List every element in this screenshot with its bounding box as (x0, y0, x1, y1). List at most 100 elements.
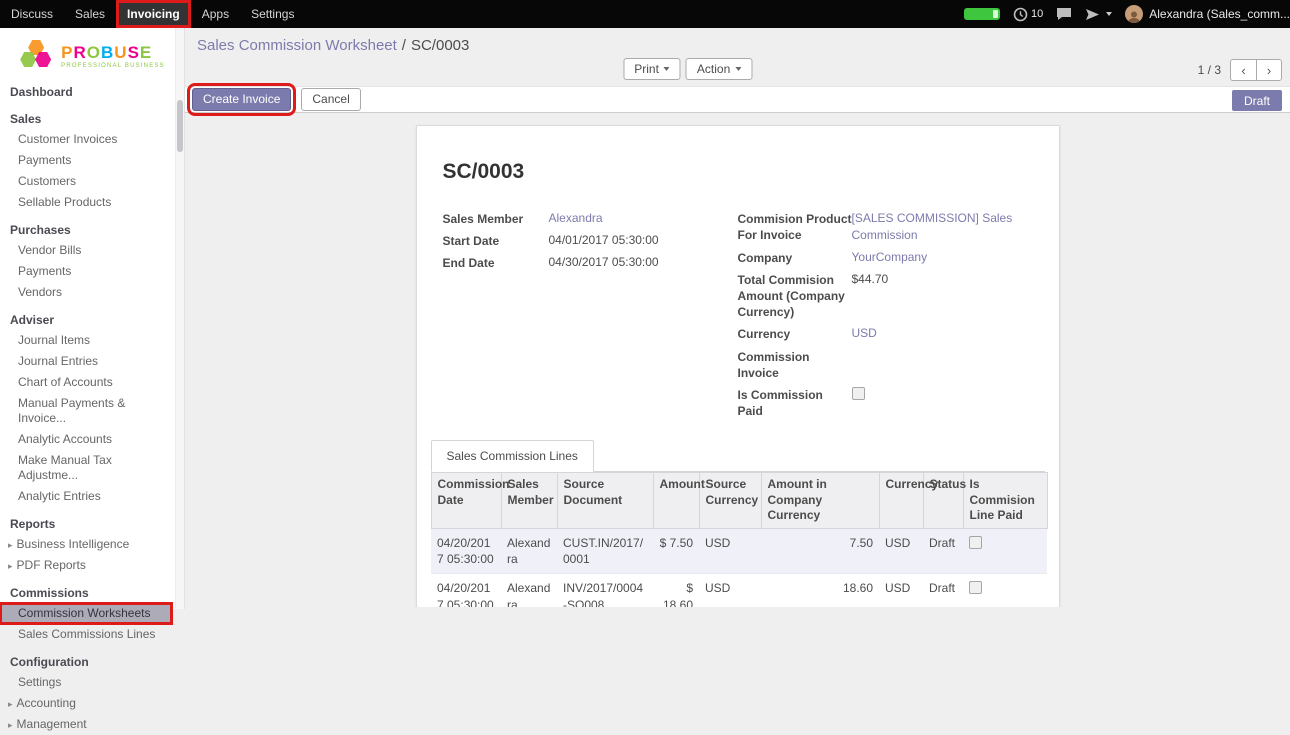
cancel-button[interactable]: Cancel (301, 88, 360, 110)
sidebar-item-vendor-bills[interactable]: Vendor Bills (0, 240, 172, 261)
breadcrumb-parent[interactable]: Sales Commission Worksheet (197, 37, 397, 54)
column-header-currency[interactable]: Currency (879, 473, 923, 529)
debug-menu[interactable] (1085, 8, 1112, 21)
sidebar-item-label: Accounting (17, 696, 76, 710)
sidebar-item-label: Commission Worksheets (18, 606, 150, 620)
pager-previous-button[interactable]: ‹ (1230, 59, 1256, 81)
field-commision-product-for-invoice: Commision Product For Invoice[SALES COMM… (738, 210, 1033, 244)
sidebar-item-commission-worksheets[interactable]: Commission Worksheets (0, 603, 172, 624)
activity-count: 10 (1031, 8, 1043, 20)
sidebar-item-customers[interactable]: Customers (0, 171, 172, 192)
sidebar-item-label: Vendors (18, 285, 62, 299)
logo-wordmark: PROBUSE (61, 44, 165, 61)
field-label: End Date (443, 254, 549, 271)
field-value-sales-member[interactable]: Alexandra (549, 210, 714, 227)
field-start-date: Start Date04/01/2017 05:30:00 (443, 232, 714, 249)
field-group-right: Commision Product For Invoice[SALES COMM… (738, 210, 1033, 424)
column-header-status[interactable]: Status (923, 473, 963, 529)
print-button[interactable]: Print (623, 58, 681, 80)
sidebar-item-settings[interactable]: Settings (0, 672, 172, 693)
sidebar-item-label: Management (17, 717, 87, 731)
record-title: SC/0003 (443, 160, 1033, 184)
field-is-commission-paid: Is Commission Paid (738, 386, 1033, 419)
menu-apps[interactable]: Apps (191, 0, 240, 28)
field-value-company[interactable]: YourCompany (852, 249, 1033, 266)
pager-count: 1 / 3 (1198, 63, 1221, 77)
messages-menu[interactable] (1056, 7, 1072, 21)
sidebar-item-label: Payments (18, 153, 71, 167)
topbar: DiscussSalesInvoicingAppsSettings 10 (0, 0, 1290, 28)
sidebar-section-purchases[interactable]: Purchases (0, 220, 172, 240)
sidebar-item-sales-commissions-lines[interactable]: Sales Commissions Lines (0, 624, 172, 645)
sidebar-scrollbar[interactable] (175, 28, 184, 609)
user-menu[interactable]: Alexandra (Sales_comm... (1125, 5, 1290, 23)
column-header-sales-member[interactable]: Sales Member (501, 473, 557, 529)
clock-icon (1013, 7, 1028, 22)
menu-settings[interactable]: Settings (240, 0, 305, 28)
column-header-commission-date[interactable]: Commission Date (431, 473, 501, 529)
column-header-is-commision-line-paid[interactable]: Is Commision Line Paid (963, 473, 1047, 529)
expand-arrow-icon: ▸ (8, 540, 13, 550)
sidebar-item-payments[interactable]: Payments (0, 150, 172, 171)
column-header-amount[interactable]: Amount (653, 473, 699, 529)
sidebar-section-reports[interactable]: Reports (0, 514, 172, 534)
sidebar-section-adviser[interactable]: Adviser (0, 310, 172, 330)
activity-menu[interactable]: 10 (1013, 7, 1043, 22)
scrollbar-thumb[interactable] (177, 100, 183, 152)
field-sales-member: Sales MemberAlexandra (443, 210, 714, 227)
create-invoice-button[interactable]: Create Invoice (192, 88, 291, 110)
table-row[interactable]: 04/20/2017 05:30:00AlexandraCUST.IN/2017… (431, 529, 1047, 574)
field-label: Company (738, 249, 852, 266)
sidebar-menu: Dashboard SalesCustomer Invoices Payments C… (0, 80, 184, 735)
sidebar-item-journal-items[interactable]: Journal Items (0, 330, 172, 351)
sidebar-item-management[interactable]: ▸Management (0, 714, 172, 735)
sidebar-section-sales[interactable]: Sales (0, 109, 172, 129)
sidebar-item-business-intelligence[interactable]: ▸Business Intelligence (0, 534, 172, 555)
column-header-source-document[interactable]: Source Document (557, 473, 653, 529)
line-paid-checkbox[interactable] (969, 581, 982, 594)
tab-sales-commission-lines[interactable]: Sales Commission Lines (431, 440, 594, 472)
column-header-source-currency[interactable]: Source Currency (699, 473, 761, 529)
sidebar-section-commissions[interactable]: Commissions (0, 583, 172, 603)
sidebar-item-label: Sales Commissions Lines (18, 627, 155, 641)
sidebar-item-pdf-reports[interactable]: ▸PDF Reports (0, 555, 172, 576)
sidebar-item-label: Analytic Accounts (18, 432, 112, 446)
sidebar-section-dashboard[interactable]: Dashboard (0, 82, 172, 102)
sidebar-item-label: Vendor Bills (18, 243, 81, 257)
sidebar-item-label: Journal Items (18, 333, 90, 347)
sidebar-item-make-manual-tax-adjustme[interactable]: Make Manual Tax Adjustme... (0, 450, 172, 486)
column-header-amount-in-company-currency[interactable]: Amount in Company Currency (761, 473, 879, 529)
caret-down-icon (1106, 12, 1112, 16)
line-paid-checkbox[interactable] (969, 536, 982, 549)
field-end-date: End Date04/30/2017 05:30:00 (443, 254, 714, 271)
field-label: Commission Invoice (738, 348, 852, 381)
sidebar-section-configuration[interactable]: Configuration (0, 652, 172, 672)
pager-next-button[interactable]: › (1256, 59, 1282, 81)
action-button[interactable]: Action (686, 58, 752, 80)
sidebar-item-journal-entries[interactable]: Journal Entries (0, 351, 172, 372)
table-row[interactable]: 04/20/2017 05:30:00AlexandraINV/2017/000… (431, 574, 1047, 607)
sidebar-item-accounting[interactable]: ▸Accounting (0, 693, 172, 714)
menu-invoicing[interactable]: Invoicing (116, 0, 191, 28)
notebook-tabs: Sales Commission Lines (431, 440, 1045, 472)
field-commission-invoice: Commission Invoice (738, 348, 1033, 381)
sidebar-item-analytic-entries[interactable]: Analytic Entries (0, 486, 172, 507)
sidebar-item-vendors[interactable]: Vendors (0, 282, 172, 303)
is-commission-paid-checkbox[interactable] (852, 387, 865, 400)
sidebar-item-customer-invoices[interactable]: Customer Invoices (0, 129, 172, 150)
sidebar-item-payments[interactable]: Payments (0, 261, 172, 282)
field-currency: CurrencyUSD (738, 325, 1033, 342)
sidebar-item-sellable-products[interactable]: Sellable Products (0, 192, 172, 213)
sidebar-item-label: Analytic Entries (18, 489, 101, 503)
sidebar-item-chart-of-accounts[interactable]: Chart of Accounts (0, 372, 172, 393)
sidebar-item-manual-payments-invoice[interactable]: Manual Payments & Invoice... (0, 393, 172, 429)
field-label: Commision Product For Invoice (738, 210, 852, 243)
logo-hexagons-icon (19, 40, 55, 72)
sidebar-item-analytic-accounts[interactable]: Analytic Accounts (0, 429, 172, 450)
field-value-currency[interactable]: USD (852, 325, 1033, 342)
menu-sales[interactable]: Sales (64, 0, 116, 28)
field-total-commision-amount-company-currency: Total Commision Amount (Company Currency… (738, 271, 1033, 321)
sidebar-item-label: Manual Payments & Invoice... (18, 396, 125, 425)
field-value-commision-product-for-invoice[interactable]: [SALES COMMISSION] Sales Commission (852, 210, 1033, 244)
menu-discuss[interactable]: Discuss (0, 0, 64, 28)
